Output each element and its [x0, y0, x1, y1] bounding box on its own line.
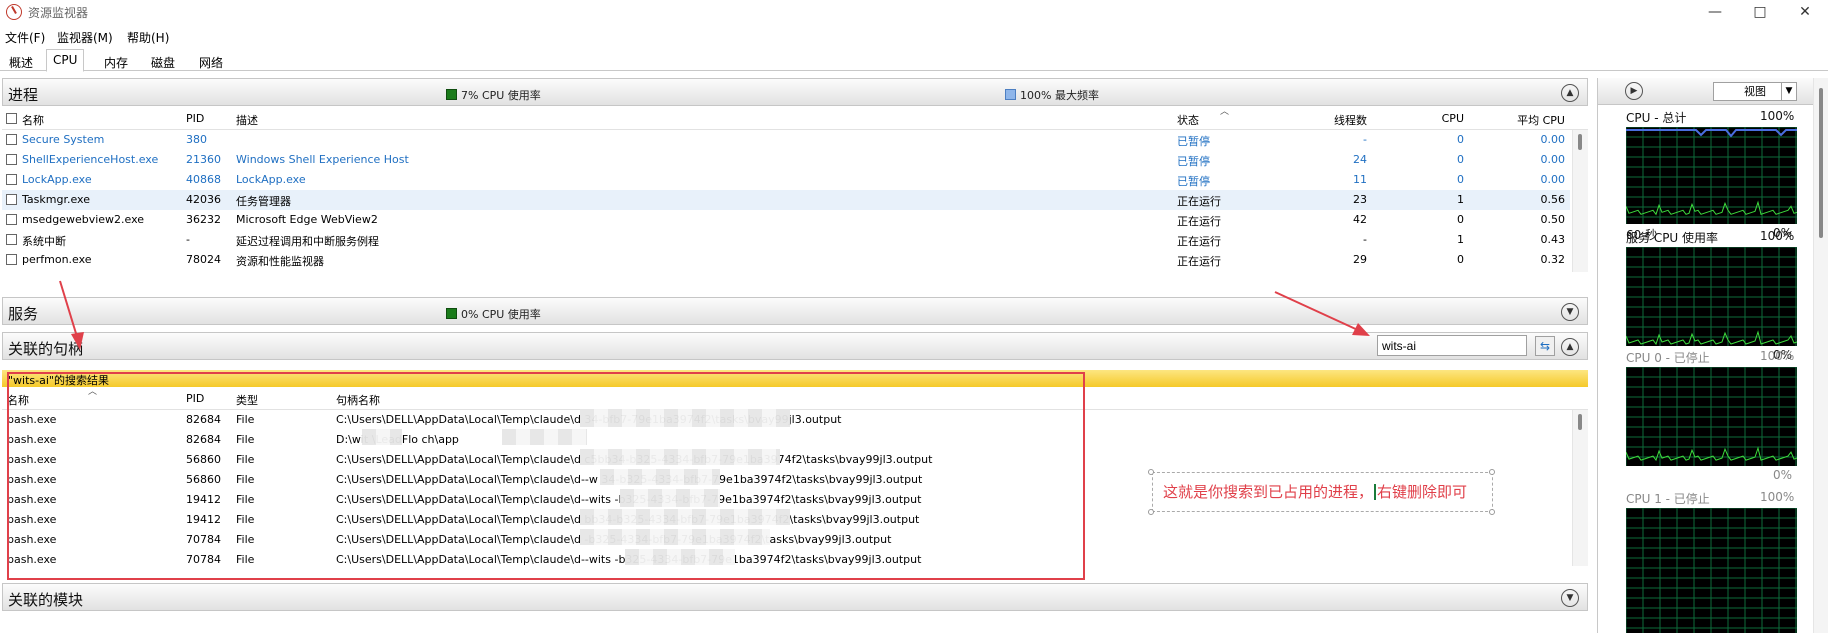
cpu-usage-graph [1626, 247, 1797, 346]
window-title: 资源监视器 [28, 6, 89, 20]
graph-panel-header: ▶ 视图 ▼ [1598, 78, 1828, 105]
graph-panel: ▶ 视图 ▼ CPU - 总计 100% 60 秒 0% 服务 CPU 使用率 100% 0… [1597, 78, 1828, 633]
tab-overview[interactable]: 概述 [2, 50, 40, 71]
graph-title: CPU - 总计 [1626, 111, 1687, 125]
redaction-blur [620, 489, 720, 507]
cpu-usage-graph [1626, 367, 1797, 466]
redaction-blur [580, 409, 790, 427]
cpu-usage-graph [1626, 508, 1797, 633]
annotation-arrows [59, 280, 1370, 350]
graph-title: 服务 CPU 使用率 [1626, 231, 1719, 245]
graph-max-label: 100% [1760, 109, 1795, 123]
tab-cpu[interactable]: CPU [46, 49, 85, 72]
redaction-blur [362, 429, 402, 445]
graph-max-label: 100% [1760, 229, 1795, 243]
graph-min-label: 0% [1773, 468, 1793, 482]
graph-max-label: 100% [1760, 490, 1795, 504]
main-pane: 进程 7% CPU 使用率 100% 最大频率 ▲ 名称 PID 描述 状态 ︿… [0, 78, 1590, 633]
tab-network[interactable]: 网络 [192, 50, 230, 71]
redaction-blur [625, 549, 735, 565]
tab-disk[interactable]: 磁盘 [144, 50, 182, 71]
redaction-blur [502, 429, 587, 445]
redaction-blur [580, 509, 790, 525]
minimize-button[interactable]: — [1700, 2, 1730, 22]
redaction-blur [580, 529, 770, 545]
arrow-to-search-box [1274, 291, 1370, 336]
title-bar: 资源监视器 — □ ✕ [0, 0, 1828, 24]
resource-monitor-icon [6, 4, 22, 20]
graph-title: CPU 0 - 已停止 [1626, 351, 1710, 365]
menu-file[interactable]: 文件(F) [5, 29, 45, 46]
tab-memory[interactable]: 内存 [97, 50, 135, 71]
tab-bar: 概述 CPU 内存 磁盘 网络 [0, 47, 1828, 72]
redaction-blur [580, 449, 780, 465]
graph-panel-scrollbar[interactable] [1813, 78, 1828, 633]
resource-monitor-window: 资源监视器 — □ ✕ 文件(F) 监视器(M) 帮助(H) 概述 CPU 内存… [0, 0, 1828, 633]
arrow-to-name-column [59, 280, 84, 350]
graph-title: CPU 1 - 已停止 [1626, 492, 1710, 506]
graph-max-label: 100% [1760, 349, 1795, 363]
collapse-graphs-chevron-icon[interactable]: ▶ [1625, 82, 1643, 100]
menu-help[interactable]: 帮助(H) [127, 29, 169, 46]
close-button[interactable]: ✕ [1790, 2, 1820, 22]
graph-panel-scroll-thumb[interactable] [1819, 88, 1823, 238]
menu-monitor[interactable]: 监视器(M) [57, 29, 113, 46]
redaction-blur [600, 469, 720, 485]
maximize-button[interactable]: □ [1745, 2, 1775, 22]
menu-bar: 文件(F) 监视器(M) 帮助(H) [0, 26, 1828, 46]
cpu-usage-graph [1626, 127, 1797, 224]
view-dropdown-icon[interactable]: ▼ [1781, 82, 1797, 101]
